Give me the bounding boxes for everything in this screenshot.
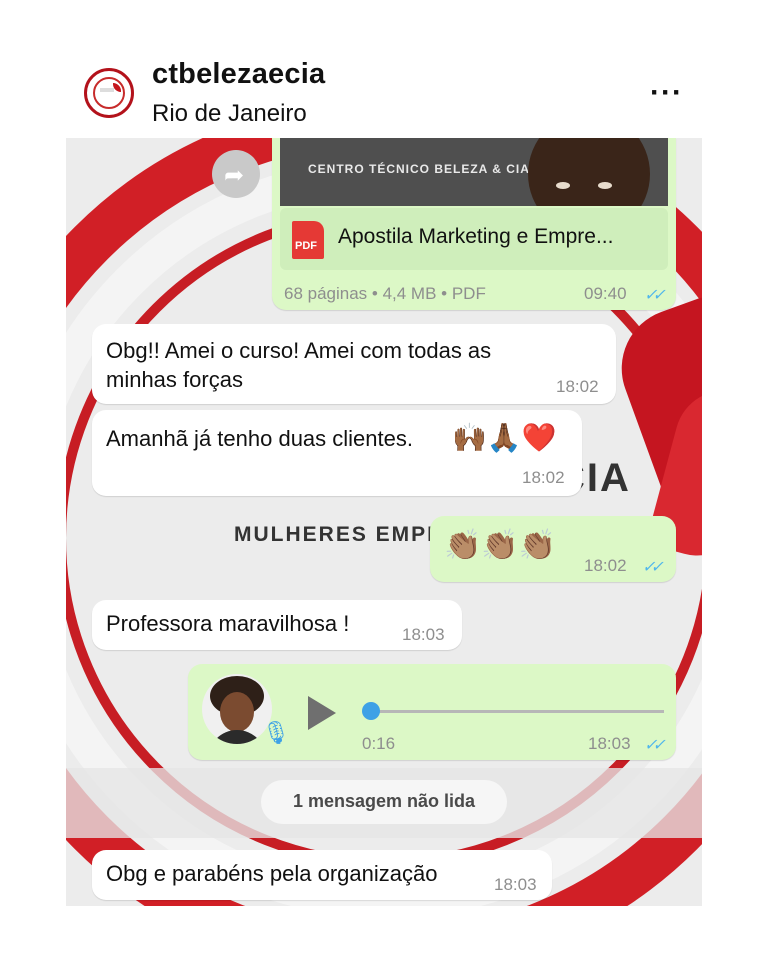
document-preview: CENTRO TÉCNICO BELEZA & CIA (280, 138, 668, 206)
incoming-message[interactable]: Obg e parabéns pela organização 18:03 (92, 850, 552, 900)
document-name: Apostila Marketing e Empre... (338, 225, 614, 248)
message-time: 09:40 (584, 284, 627, 303)
unread-pill: 1 mensagem não lida (261, 780, 507, 824)
outgoing-message[interactable]: 👏🏽👏🏽👏🏽 18:02 ✓✓ (430, 516, 676, 582)
audio-progress-knob[interactable] (362, 702, 380, 720)
clap-emoji: 👏🏽👏🏽👏🏽 (444, 529, 557, 562)
logo-ring (93, 77, 125, 109)
preview-portrait (528, 138, 650, 206)
avatar-shirt (208, 730, 266, 744)
pdf-icon: PDF (292, 221, 324, 259)
profile-avatar[interactable] (84, 68, 134, 118)
incoming-message[interactable]: Amanhã já tenho duas clientes. 🙌🏾🙏🏾❤️ 18… (92, 410, 582, 496)
read-receipt-icon: ✓✓ (644, 287, 666, 304)
message-text: Amanhã já tenho duas clientes. (106, 426, 413, 451)
message-text: Obg e parabéns pela organização (106, 861, 438, 886)
audio-progress-track[interactable] (372, 710, 664, 713)
forward-icon: ➦ (224, 162, 245, 189)
document-message[interactable]: CENTRO TÉCNICO BELEZA & CIA PDF Apostila… (272, 138, 676, 310)
preview-eye (598, 182, 612, 189)
more-options-button[interactable]: ··· (650, 76, 683, 110)
message-time: 18:02 (522, 468, 565, 487)
message-time: 18:03 (494, 875, 537, 894)
message-text: minhas forças (106, 367, 243, 392)
preview-eye (556, 182, 570, 189)
username[interactable]: ctbelezaecia (152, 58, 325, 91)
post-image: CIA MULHERES EMPR ➦ CENTRO TÉCNICO BELEZ… (66, 138, 702, 906)
voice-duration: 0:16 (362, 734, 396, 753)
incoming-message[interactable]: Professora maravilhosa ! 18:03 (92, 600, 462, 650)
message-text: Obg!! Amei o curso! Amei com todas as (106, 338, 492, 363)
read-receipt-icon: ✓✓ (644, 737, 666, 754)
play-button[interactable] (308, 696, 336, 730)
forward-button[interactable]: ➦ (212, 150, 260, 198)
incoming-message[interactable]: Obg!! Amei o curso! Amei com todas as mi… (92, 324, 616, 404)
message-time: 18:03 (402, 625, 445, 644)
document-meta: 68 páginas • 4,4 MB • PDF (284, 284, 486, 303)
pdf-icon-label: PDF (295, 240, 317, 252)
location-label[interactable]: Rio de Janeiro (152, 100, 307, 128)
voice-message[interactable]: 🎙 0:16 18:03 ✓✓ (188, 664, 676, 760)
message-time: 18:02 (584, 556, 627, 575)
message-time: 18:03 (588, 734, 631, 753)
document-preview-title: CENTRO TÉCNICO BELEZA & CIA (308, 162, 530, 176)
post-header: ctbelezaecia Rio de Janeiro ··· (0, 0, 768, 138)
logo-text-mark (100, 88, 114, 92)
unread-label: 1 mensagem não lida (292, 791, 476, 811)
background-subtitle-text: MULHERES EMPR (234, 523, 445, 546)
document-file-row[interactable]: PDF Apostila Marketing e Empre... (280, 208, 668, 270)
avatar-face (220, 692, 254, 732)
read-receipt-icon: ✓✓ (642, 559, 664, 576)
emoji-text: 🙌🏾🙏🏾❤️ (452, 422, 557, 453)
message-time: 18:02 (556, 377, 599, 396)
message-text: Professora maravilhosa ! (106, 611, 350, 636)
microphone-icon: 🎙 (262, 720, 290, 745)
unread-divider: 1 mensagem não lida (66, 768, 702, 838)
